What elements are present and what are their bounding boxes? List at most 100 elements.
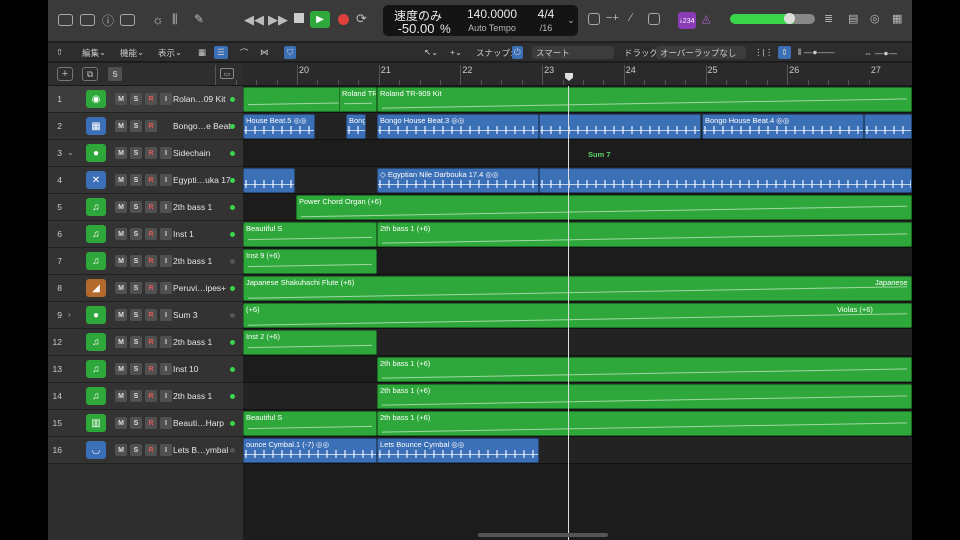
solo-button[interactable]: S xyxy=(130,444,142,456)
harp-icon[interactable]: ▥ xyxy=(86,414,106,432)
solo-button[interactable]: S xyxy=(130,147,142,159)
solo-button[interactable]: S xyxy=(130,390,142,402)
snap-select[interactable]: スマート xyxy=(532,46,614,59)
track-row[interactable]: 16 ◡ MSRI Lets B…ymbal xyxy=(48,437,243,464)
track-row[interactable]: 1 ◉ MSRI Rolan…09 Kit xyxy=(48,86,243,113)
drag-select[interactable]: オーバーラップなし xyxy=(656,46,746,59)
track-name[interactable]: Bongo…e Beat xyxy=(173,121,231,131)
midi-region[interactable]: Power Chord Organ (+6) xyxy=(296,195,912,220)
lcd-chevron-icon[interactable]: ⌄ xyxy=(565,15,577,26)
timeline-ruler[interactable]: 20 21 22 23 24 25 26 27 xyxy=(215,63,912,86)
audio-region[interactable] xyxy=(864,114,912,139)
cymbal-icon[interactable]: ◡ xyxy=(86,441,106,459)
solo-button[interactable]: S xyxy=(130,228,142,240)
editors-icon[interactable]: ✎ xyxy=(194,12,204,26)
track-row[interactable]: 5 ♫ MSRI 2th bass 1 xyxy=(48,194,243,221)
lcd-display[interactable]: 速度のみ -50.00 % 140.0000 Auto Tempo 4/4 /1… xyxy=(383,5,578,36)
solo-button[interactable]: S xyxy=(130,174,142,186)
playhead[interactable] xyxy=(568,86,569,540)
track-row[interactable]: 7 ♫ MSRI 2th bass 1 xyxy=(48,248,243,275)
track-name[interactable]: Beauti…Harp xyxy=(173,418,224,428)
mute-button[interactable]: M xyxy=(115,417,127,429)
audio-region[interactable]: Bongo House Beat.4 ◎◎ xyxy=(702,114,864,139)
key-badge[interactable]: ♭234 xyxy=(678,12,696,29)
loops-icon[interactable]: ◎ xyxy=(870,12,880,25)
input-monitor-button[interactable]: I xyxy=(160,363,172,375)
automation-icon[interactable]: ⌒ xyxy=(240,46,249,59)
help-icon[interactable]: ⓘ xyxy=(102,12,114,29)
record-enable-button[interactable]: R xyxy=(145,282,157,294)
duplicate-track-button[interactable]: ⧉ xyxy=(82,67,98,81)
note-icon[interactable]: ♫ xyxy=(86,198,106,216)
input-monitor-button[interactable]: I xyxy=(160,255,172,267)
input-monitor-button[interactable]: I xyxy=(160,444,172,456)
record-enable-button[interactable]: R xyxy=(145,417,157,429)
note-icon[interactable]: ♫ xyxy=(86,333,106,351)
midi-region[interactable]: Inst 9 (+6) xyxy=(243,249,377,274)
track-row[interactable]: 3 ⌄ ● MSRI Sidechain xyxy=(48,140,243,167)
track-lane[interactable] xyxy=(243,140,912,167)
record-enable-button[interactable]: R xyxy=(145,201,157,213)
mute-button[interactable]: M xyxy=(115,444,127,456)
mute-button[interactable]: M xyxy=(115,228,127,240)
midi-region[interactable]: 2th bass 1 (+6) xyxy=(377,222,912,247)
record-enable-button[interactable]: R xyxy=(145,93,157,105)
mute-button[interactable]: M xyxy=(115,336,127,348)
input-monitor-button[interactable]: I xyxy=(160,390,172,402)
track-name[interactable]: Inst 10 xyxy=(173,364,199,374)
track-name[interactable]: Sum 3 xyxy=(173,310,198,320)
solo-button[interactable]: S xyxy=(130,417,142,429)
solo-button[interactable]: S xyxy=(130,363,142,375)
score-icon[interactable] xyxy=(648,13,660,25)
edit-menu[interactable]: 編集 ⌄ xyxy=(82,46,106,59)
mute-button[interactable]: M xyxy=(115,147,127,159)
input-monitor-button[interactable]: I xyxy=(160,336,172,348)
input-monitor-button[interactable]: I xyxy=(160,417,172,429)
audio-region[interactable] xyxy=(539,168,912,193)
midi-region[interactable]: Roland TR xyxy=(339,87,377,112)
midi-region[interactable]: Roland TR-909 Kit xyxy=(377,87,912,112)
global-solo-button[interactable]: S xyxy=(108,67,122,81)
track-row[interactable]: 8 ◢ MSRI Peruvi…ipes+ xyxy=(48,275,243,302)
record-enable-button[interactable]: R xyxy=(145,174,157,186)
snap-power-icon[interactable]: ⏻ xyxy=(512,46,523,59)
mute-button[interactable]: M xyxy=(115,174,127,186)
pencil-icon[interactable]: ⁄ xyxy=(630,12,632,24)
track-name[interactable]: 2th bass 1 xyxy=(173,337,212,347)
record-enable-button[interactable]: R xyxy=(145,363,157,375)
vertical-zoom-icon[interactable]: ⇕ xyxy=(778,46,792,59)
record-enable-button[interactable]: R xyxy=(145,444,157,456)
solo-button[interactable]: S xyxy=(130,336,142,348)
mute-button[interactable]: M xyxy=(115,363,127,375)
beat-pad-icon[interactable]: ▦ xyxy=(86,117,106,135)
input-monitor-button[interactable]: I xyxy=(160,309,172,321)
record-enable-button[interactable]: R xyxy=(145,255,157,267)
library-icon[interactable] xyxy=(58,14,73,26)
stop-button[interactable] xyxy=(294,13,304,23)
midi-region[interactable]: Japanese Shakuhachi Flute (+6) xyxy=(243,276,912,301)
solo-button[interactable]: S xyxy=(130,309,142,321)
add-track-button[interactable]: + xyxy=(57,67,73,81)
flute-icon[interactable]: ◢ xyxy=(86,279,106,297)
list-editors-icon[interactable]: ≣ xyxy=(824,12,833,25)
record-enable-button[interactable]: R xyxy=(145,309,157,321)
solo-button[interactable]: S xyxy=(130,93,142,105)
smart-controls-icon[interactable]: ☼ xyxy=(152,12,164,27)
track-name[interactable]: Inst 1 xyxy=(173,229,194,239)
mute-button[interactable]: M xyxy=(115,309,127,321)
track-name[interactable]: Sidechain xyxy=(173,148,210,158)
record-button[interactable] xyxy=(338,14,349,25)
track-name[interactable]: Peruvi…ipes+ xyxy=(173,283,226,293)
metronome-icon[interactable]: ◬ xyxy=(702,12,710,25)
record-enable-button[interactable]: R xyxy=(145,147,157,159)
waveform-zoom-icon[interactable]: ⋮|⋮ xyxy=(754,46,773,59)
collapse-chevron-icon[interactable]: ⌄ xyxy=(67,148,74,157)
horizontal-scrollbar[interactable] xyxy=(478,533,608,537)
solo-button[interactable]: S xyxy=(130,282,142,294)
horizontal-zoom-slider[interactable]: ⇔ —●— xyxy=(864,46,897,59)
record-enable-button[interactable]: R xyxy=(145,120,157,132)
input-monitor-button[interactable]: I xyxy=(160,228,172,240)
solo-button[interactable]: S xyxy=(130,120,142,132)
mute-button[interactable]: M xyxy=(115,120,127,132)
inspector-icon[interactable] xyxy=(80,14,95,26)
